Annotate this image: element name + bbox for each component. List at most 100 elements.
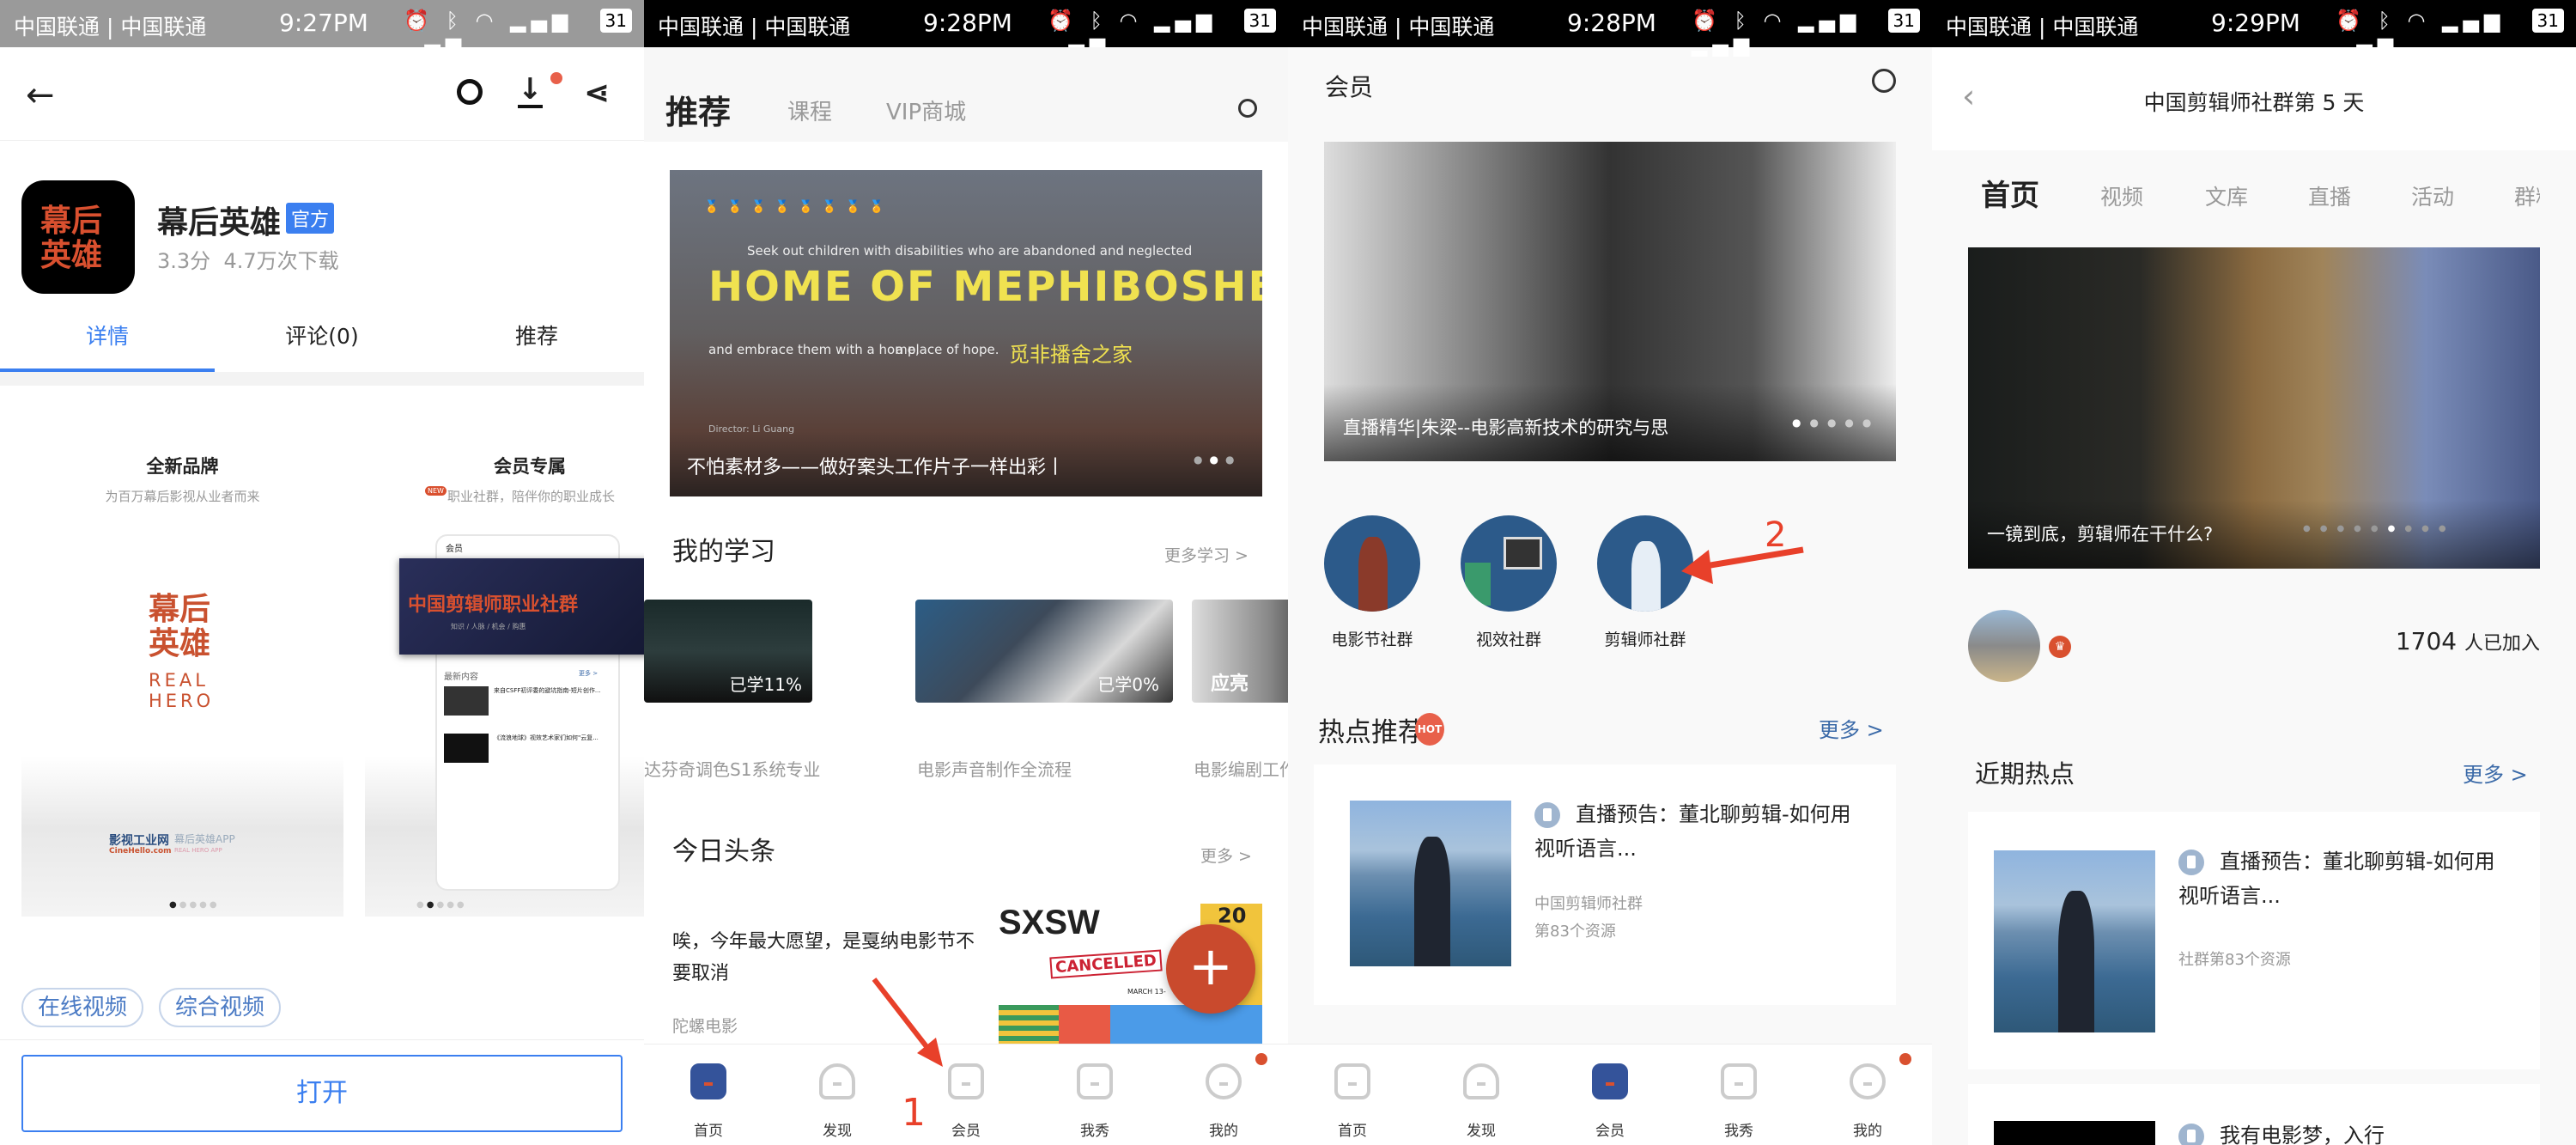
mock-section: 最新内容 <box>444 673 478 682</box>
item-title-wrap: 直播预告：董北聊剪辑-如何用视听语言... <box>1534 797 1869 866</box>
banner-director: Director: Li Guang <box>708 423 795 435</box>
tab-events[interactable]: 活动 <box>2411 180 2454 211</box>
recent-more-link[interactable]: 更多 > <box>2463 758 2528 788</box>
members-joined: 1704 人已加入 <box>2396 627 2540 655</box>
tab-video[interactable]: 视频 <box>2100 180 2143 211</box>
app-icon: 幕后英雄 <box>21 180 135 294</box>
tag-online-video[interactable]: 在线视频 <box>21 988 143 1027</box>
tab-live[interactable]: 直播 <box>2308 180 2351 211</box>
item-meta: 第83个资源 <box>1534 923 1616 941</box>
course-thumb[interactable]: 应亮 <box>1192 600 1288 703</box>
tab-materials[interactable]: 群料 <box>2514 180 2540 211</box>
item-title: 直播预告：董北聊剪辑-如何用视听语言... <box>1534 802 1851 861</box>
mock-more: 更多 > <box>579 670 598 677</box>
card-title: 会员专属 <box>494 456 566 477</box>
discover-icon <box>819 1063 855 1099</box>
figure <box>1631 541 1661 612</box>
figure <box>1414 837 1450 966</box>
community-label: 视效社群 <box>1475 630 1541 649</box>
screenshot-brand[interactable]: 幕后英雄 REAL HERO 影视工业网 CineHello.com 幕后英雄A… <box>21 515 343 917</box>
battery-icon: 31 <box>1887 9 1920 33</box>
nav-show[interactable]: 我秀 <box>1674 1045 1803 1145</box>
hot-item-card[interactable]: 直播预告：董北聊剪辑-如何用视听语言... 中国剪辑师社群 第83个资源 <box>1324 764 1896 1005</box>
image-text: SXSW <box>999 904 1100 941</box>
recent-item-card[interactable]: 直播预告：董北聊剪辑-如何用视听语言... 社群第83个资源 <box>1968 812 2540 1069</box>
tab-courses[interactable]: 课程 <box>787 94 832 126</box>
tag-general-video[interactable]: 综合视频 <box>159 988 281 1027</box>
nav-label: 会员 <box>1595 1123 1625 1140</box>
tab-home[interactable]: 首页 <box>1981 172 2039 214</box>
mock-item: 来自CSFF初评委的避坑指南-短片创作... <box>494 687 601 694</box>
banner-caption: 一镜到底，剪辑师在干什么? <box>1987 524 2214 545</box>
nav-show[interactable]: 我秀 <box>1030 1045 1159 1145</box>
item-title: 我有电影梦，入行 <box>2220 1124 2385 1145</box>
banner-line: and embrace them with a home, <box>708 342 920 357</box>
banner-tagline: Seek out children with disabilities who … <box>747 243 1193 259</box>
community-film-festival[interactable] <box>1324 515 1420 612</box>
tab-recommend[interactable]: 推荐 <box>665 86 731 133</box>
course-thumb[interactable]: 已学11% <box>644 600 812 703</box>
section-title: 热点推荐 <box>1318 717 1425 748</box>
back-arrow-icon[interactable]: ← <box>26 76 55 115</box>
banner-caption: 直播精华|朱梁--电影高新技术的研究与思 <box>1343 417 1669 438</box>
document-icon <box>2178 1124 2204 1145</box>
laurels: 🏅🏅🏅🏅🏅🏅🏅🏅 <box>704 200 893 214</box>
screenshot-membership[interactable]: 会员 最新内容 更多 > 来自CSFF初评委的避坑指南-短片创作... 《流浪地… <box>365 515 644 917</box>
phone-icon <box>1721 1063 1757 1099</box>
mock-banner-title: 中国剪辑师职业社群 <box>408 594 579 616</box>
hot-more-link[interactable]: 更多 > <box>1819 713 1884 743</box>
search-icon[interactable] <box>1238 99 1257 118</box>
tab-details[interactable]: 详情 <box>0 320 215 350</box>
download-icon[interactable]: ↓ <box>518 74 543 108</box>
document-icon <box>2178 850 2204 875</box>
nav-mine[interactable]: 我的 <box>1159 1045 1288 1145</box>
community-avatar[interactable] <box>1968 610 2040 682</box>
add-fab-button[interactable]: + <box>1166 924 1255 1014</box>
nav-home[interactable]: 首页 <box>1288 1045 1417 1145</box>
nav-mine[interactable]: 我的 <box>1803 1045 1932 1145</box>
status-bar: 中国联通 | 中国联通 9:28PM ⏰ ᛒ ◠ ▂▄▆ ▂▄▆ 31 <box>644 0 1288 57</box>
news-more-link[interactable]: 更多 > <box>1200 844 1252 867</box>
hero-banner[interactable]: 一镜到底，剪辑师在干什么? ●●●●●●●●● <box>1968 247 2540 569</box>
nav-label: 我的 <box>1853 1123 1882 1140</box>
item-group: 中国剪辑师社群 <box>1534 895 1643 913</box>
nav-home[interactable]: 首页 <box>644 1045 773 1145</box>
new-badge: NEW <box>425 486 447 496</box>
tab-recommend[interactable]: 推荐 <box>429 320 644 350</box>
search-icon[interactable] <box>1872 69 1896 93</box>
item-title-wrap: 我有电影梦，入行 <box>2178 1118 2513 1145</box>
nav-label: 我秀 <box>1080 1123 1109 1140</box>
clock: 9:28PM <box>923 9 1012 37</box>
nav-discover[interactable]: 发现 <box>1417 1045 1546 1145</box>
card-subtitle: 为百万幕后影视从业者而来 <box>105 489 260 504</box>
carrier: 中国联通 | 中国联通 <box>14 15 207 40</box>
more-learning-link[interactable]: 更多学习 > <box>1164 543 1249 566</box>
mock-item: 《流浪地球》视效艺术家们如何"云复... <box>494 734 598 741</box>
share-icon[interactable]: ⋖ <box>584 76 610 111</box>
logo-cn: 幕后英雄 <box>149 592 211 661</box>
member-panel: 中国联通 | 中国联通 9:28PM ⏰ ᛒ ◠ ▂▄▆ ▂▄▆ 31 会员 直… <box>1288 0 1932 1145</box>
search-icon[interactable] <box>457 79 483 105</box>
carrier: 中国联通 | 中国联通 <box>658 15 851 40</box>
nav-member[interactable]: 会员 <box>1546 1045 1674 1145</box>
page-title: 中国剪辑师社群第 5 天 <box>2143 90 2365 115</box>
hero-banner[interactable]: 🏅🏅🏅🏅🏅🏅🏅🏅 Seek out children with disabili… <box>670 170 1262 496</box>
bottom-nav: 首页 发现 会员 我秀 我的 <box>644 1044 1288 1145</box>
section-title: 我的学习 <box>672 537 775 567</box>
recent-item-card[interactable]: 我有电影梦，入行 <box>1968 1084 2540 1145</box>
mock-banner: 中国剪辑师职业社群 知识 / 人脉 / 机会 / 购惠 <box>399 558 644 655</box>
course-thumb[interactable]: 已学0% <box>915 600 1173 703</box>
tab-comments[interactable]: 评论(0) <box>215 320 429 350</box>
community-vfx[interactable] <box>1461 515 1557 612</box>
item-photo <box>1994 1121 2155 1145</box>
annotation-arrow-icon <box>872 978 943 1067</box>
open-button[interactable]: 打开 <box>21 1055 623 1132</box>
status-bar: 中国联通 | 中国联通 9:27PM ⏰ ᛒ ◠ ▂▄▆ ▂▄▆ 31 <box>0 0 644 57</box>
hero-banner[interactable]: 直播精华|朱梁--电影高新技术的研究与思 ●●●●● <box>1324 142 1896 461</box>
member-label: 人已加入 <box>2464 633 2540 655</box>
tab-library[interactable]: 文库 <box>2205 180 2248 211</box>
image-stamp: CANCELLED <box>1049 949 1163 979</box>
profile-icon <box>1850 1063 1886 1099</box>
tab-vip-store[interactable]: VIP商城 <box>886 94 966 126</box>
logo-en: REAL HERO <box>149 670 215 711</box>
